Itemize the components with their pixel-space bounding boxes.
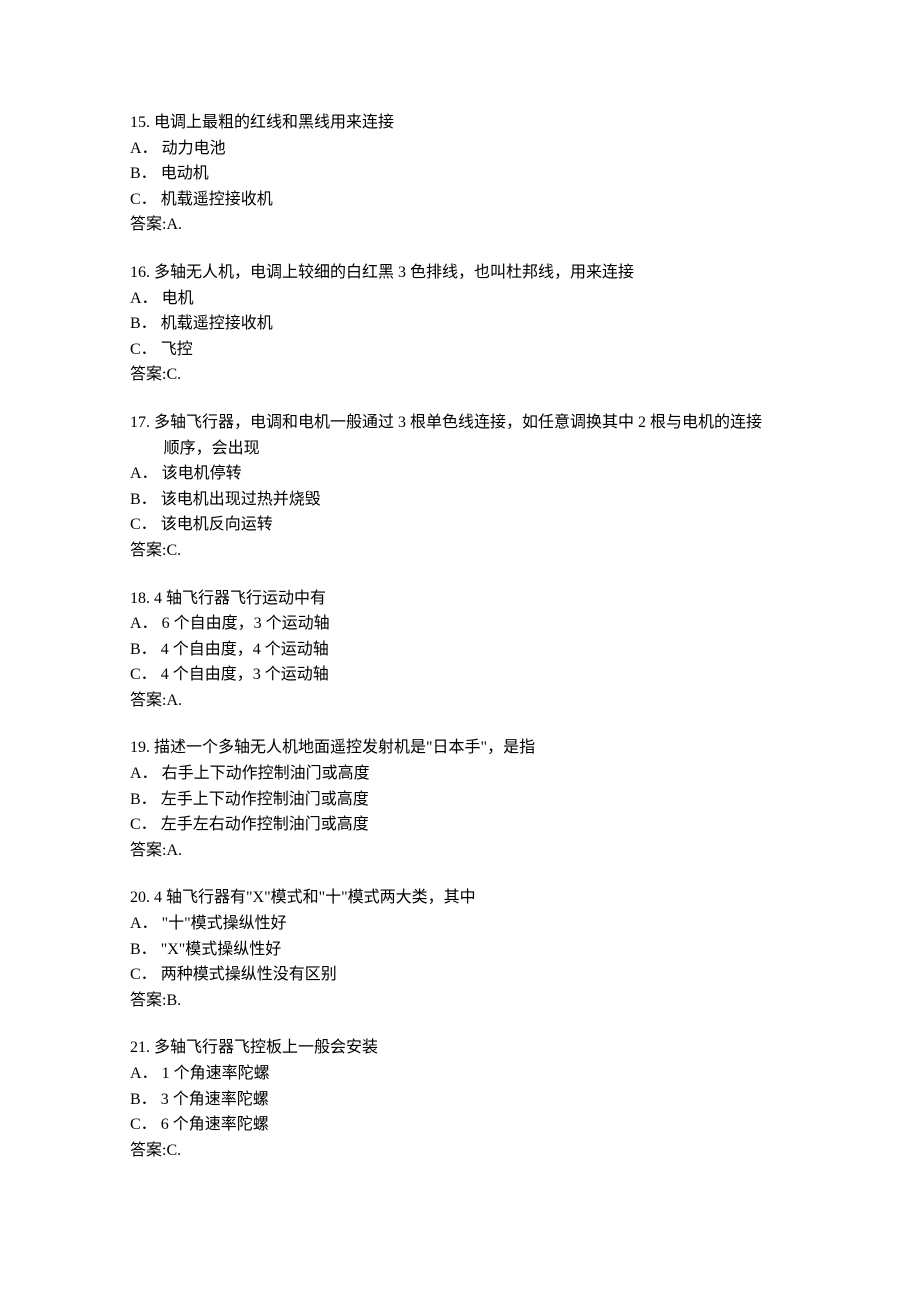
option-b: B． 3 个角速率陀螺 bbox=[130, 1087, 790, 1113]
option-c: C． 4 个自由度，3 个运动轴 bbox=[130, 662, 790, 688]
option-a: A． 右手上下动作控制油门或高度 bbox=[130, 761, 790, 787]
option-a: A． 动力电池 bbox=[130, 136, 790, 162]
question-text: 19. 描述一个多轴无人机地面遥控发射机是"日本手"，是指 bbox=[130, 735, 790, 761]
answer: 答案:B. bbox=[130, 988, 790, 1014]
option-a: A． 该电机停转 bbox=[130, 461, 790, 487]
option-b: B． 左手上下动作控制油门或高度 bbox=[130, 787, 790, 813]
option-a: A． 电机 bbox=[130, 286, 790, 312]
option-a: A． 1 个角速率陀螺 bbox=[130, 1061, 790, 1087]
question-15: 15. 电调上最粗的红线和黑线用来连接 A． 动力电池 B． 电动机 C． 机载… bbox=[130, 110, 790, 238]
question-text: 21. 多轴飞行器飞控板上一般会安装 bbox=[130, 1035, 790, 1061]
option-a: A． 6 个自由度，3 个运动轴 bbox=[130, 611, 790, 637]
option-b: B． "X"模式操纵性好 bbox=[130, 937, 790, 963]
question-18: 18. 4 轴飞行器飞行运动中有 A． 6 个自由度，3 个运动轴 B． 4 个… bbox=[130, 586, 790, 714]
answer: 答案:A. bbox=[130, 212, 790, 238]
option-c: C． 该电机反向运转 bbox=[130, 512, 790, 538]
option-c: C． 机载遥控接收机 bbox=[130, 187, 790, 213]
option-c: C． 左手左右动作控制油门或高度 bbox=[130, 812, 790, 838]
answer: 答案:A. bbox=[130, 688, 790, 714]
question-text: 18. 4 轴飞行器飞行运动中有 bbox=[130, 586, 790, 612]
question-text: 20. 4 轴飞行器有"X"模式和"十"模式两大类，其中 bbox=[130, 885, 790, 911]
question-text: 16. 多轴无人机，电调上较细的白红黑 3 色排线，也叫杜邦线，用来连接 bbox=[130, 260, 790, 286]
option-b: B． 电动机 bbox=[130, 161, 790, 187]
option-c: C． 飞控 bbox=[130, 337, 790, 363]
option-c: C． 两种模式操纵性没有区别 bbox=[130, 962, 790, 988]
question-text: 15. 电调上最粗的红线和黑线用来连接 bbox=[130, 110, 790, 136]
question-17: 17. 多轴飞行器，电调和电机一般通过 3 根单色线连接，如任意调换其中 2 根… bbox=[130, 410, 790, 564]
question-19: 19. 描述一个多轴无人机地面遥控发射机是"日本手"，是指 A． 右手上下动作控… bbox=[130, 735, 790, 863]
document-page: 15. 电调上最粗的红线和黑线用来连接 A． 动力电池 B． 电动机 C． 机载… bbox=[0, 0, 920, 1302]
question-20: 20. 4 轴飞行器有"X"模式和"十"模式两大类，其中 A． "十"模式操纵性… bbox=[130, 885, 790, 1013]
answer: 答案:C. bbox=[130, 1138, 790, 1164]
question-text: 17. 多轴飞行器，电调和电机一般通过 3 根单色线连接，如任意调换其中 2 根… bbox=[130, 410, 790, 436]
option-b: B． 该电机出现过热并烧毁 bbox=[130, 487, 790, 513]
answer: 答案:A. bbox=[130, 838, 790, 864]
question-16: 16. 多轴无人机，电调上较细的白红黑 3 色排线，也叫杜邦线，用来连接 A． … bbox=[130, 260, 790, 388]
option-b: B． 4 个自由度，4 个运动轴 bbox=[130, 637, 790, 663]
question-21: 21. 多轴飞行器飞控板上一般会安装 A． 1 个角速率陀螺 B． 3 个角速率… bbox=[130, 1035, 790, 1163]
question-text-cont: 顺序，会出现 bbox=[130, 436, 790, 462]
option-c: C． 6 个角速率陀螺 bbox=[130, 1112, 790, 1138]
option-b: B． 机载遥控接收机 bbox=[130, 311, 790, 337]
option-a: A． "十"模式操纵性好 bbox=[130, 911, 790, 937]
answer: 答案:C. bbox=[130, 362, 790, 388]
answer: 答案:C. bbox=[130, 538, 790, 564]
